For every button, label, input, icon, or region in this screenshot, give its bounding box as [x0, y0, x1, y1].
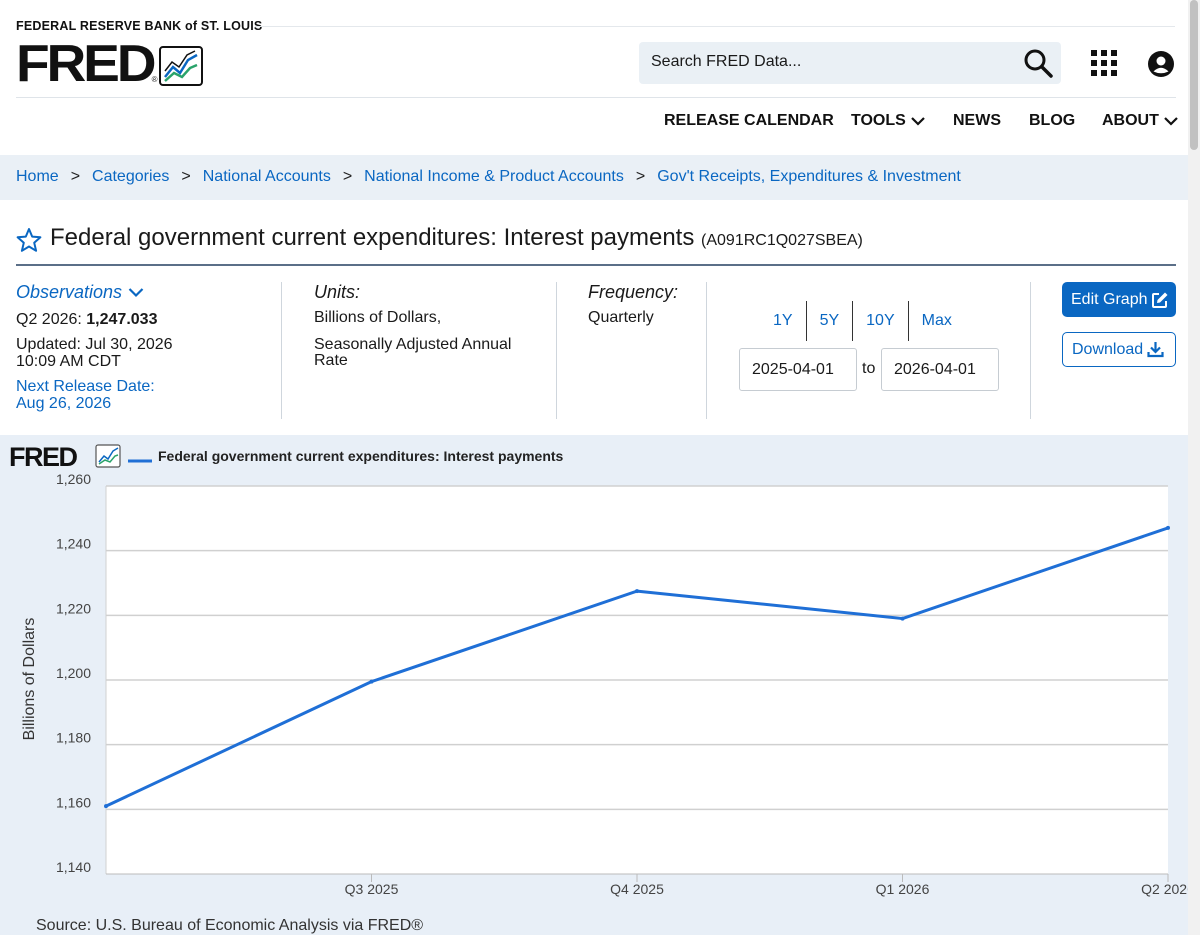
- nav-label: RELEASE CALENDAR: [664, 112, 834, 129]
- breadcrumb-separator: >: [70, 168, 81, 185]
- chart-area: FRED Federal government current expendit…: [0, 435, 1188, 935]
- legend-label: Federal government current expenditures:…: [158, 448, 564, 464]
- header-divider-top: [255, 26, 1175, 27]
- frequency-label: Frequency:: [588, 282, 679, 302]
- breadcrumb: Home > Categories > National Accounts > …: [16, 168, 961, 186]
- line-chart[interactable]: FRED Federal government current expendit…: [0, 435, 1188, 935]
- page-title: Federal government current expenditures:…: [50, 224, 863, 252]
- breadcrumb-separator: >: [181, 168, 191, 185]
- y-tick-label: 1,140: [56, 859, 91, 875]
- title-divider: [16, 264, 1176, 266]
- units-line3: Rate: [314, 352, 348, 369]
- nav-release-calendar[interactable]: RELEASE CALENDAR: [664, 112, 834, 130]
- y-tick-label: 1,160: [56, 794, 91, 810]
- fred-page: FEDERAL RESERVE BANK of ST. LOUIS FRED ®…: [0, 0, 1200, 935]
- range-5y[interactable]: 5Y: [807, 312, 853, 330]
- breadcrumb-nipa[interactable]: National Income & Product Accounts: [364, 168, 624, 186]
- search-icon[interactable]: [1023, 48, 1053, 78]
- data-point[interactable]: [900, 616, 905, 621]
- updated-line2: 10:09 AM CDT: [16, 353, 121, 370]
- units-label: Units:: [314, 282, 361, 302]
- edit-icon: [1152, 292, 1168, 308]
- chevron-down-icon: [911, 117, 925, 126]
- data-point[interactable]: [104, 804, 108, 809]
- meta-separator: [556, 282, 557, 419]
- breadcrumb-home[interactable]: Home: [16, 168, 59, 186]
- y-axis-label: Billions of Dollars: [21, 618, 38, 741]
- breadcrumb-separator: >: [635, 168, 646, 185]
- observations-label: Observations: [16, 282, 123, 302]
- latest-observation: Q2 2026: 1,247.033: [16, 311, 157, 328]
- y-tick-label: 1,220: [56, 600, 91, 616]
- range-max[interactable]: Max: [909, 312, 965, 330]
- breadcrumb-categories[interactable]: Categories: [92, 168, 169, 186]
- chart-logo-graph-icon: [95, 444, 121, 468]
- nav-label: TOOLS: [851, 112, 906, 129]
- breadcrumb-separator: >: [342, 168, 353, 185]
- x-tick-label: Q4 2025: [610, 881, 664, 897]
- download-label: Download: [1072, 340, 1144, 358]
- fred-logo[interactable]: FRED ®: [16, 35, 204, 93]
- data-point[interactable]: [635, 589, 639, 594]
- y-tick-label: 1,200: [56, 665, 91, 681]
- next-release-date[interactable]: Aug 26, 2026: [16, 395, 111, 412]
- latest-period: Q2 2026:: [16, 311, 82, 328]
- chevron-down-icon: [1164, 117, 1178, 126]
- download-button[interactable]: Download: [1062, 332, 1176, 367]
- y-tick-label: 1,180: [56, 730, 91, 746]
- download-icon: [1147, 342, 1164, 358]
- scrollbar[interactable]: [1188, 0, 1200, 935]
- edit-graph-label: Edit Graph: [1071, 290, 1148, 308]
- date-range-presets: 1Y 5Y 10Y Max: [760, 301, 965, 341]
- apps-grid-icon[interactable]: [1090, 49, 1118, 77]
- meta-separator: [1030, 282, 1031, 419]
- favorite-star-icon[interactable]: [16, 227, 42, 253]
- meta-separator: [706, 282, 707, 419]
- breadcrumb-govt-receipts[interactable]: Gov't Receipts, Expenditures & Investmen…: [657, 168, 961, 186]
- user-account-icon[interactable]: [1147, 50, 1175, 78]
- date-to-label: to: [862, 360, 876, 377]
- nav-label: BLOG: [1029, 112, 1076, 129]
- units-line2: Seasonally Adjusted Annual: [314, 336, 512, 353]
- nav-news[interactable]: NEWS: [953, 112, 1001, 130]
- nav-label: ABOUT: [1102, 112, 1159, 129]
- chart-source: Source: U.S. Bureau of Economic Analysis…: [36, 917, 423, 934]
- series-title: Federal government current expenditures:…: [50, 224, 695, 251]
- nav-blog[interactable]: BLOG: [1029, 112, 1075, 130]
- chevron-down-icon: [128, 288, 144, 298]
- x-tick-label: Q2 2026: [1141, 881, 1188, 897]
- updated-line1: Updated: Jul 30, 2026: [16, 336, 173, 353]
- date-to-input[interactable]: 2026-04-01: [881, 348, 999, 391]
- org-label: FEDERAL RESERVE BANK of ST. LOUIS: [16, 19, 263, 33]
- range-10y[interactable]: 10Y: [853, 312, 907, 330]
- next-release-label[interactable]: Next Release Date:: [16, 378, 155, 395]
- logo-text: FRED: [16, 35, 157, 93]
- nav-tools[interactable]: TOOLS: [851, 112, 925, 130]
- data-point[interactable]: [369, 679, 374, 684]
- series-id: (A091RC1Q027SBEA): [701, 232, 863, 249]
- logo-graph-icon: [159, 46, 204, 86]
- y-tick-label: 1,240: [56, 536, 91, 552]
- meta-separator: [281, 282, 282, 419]
- header-divider: [16, 97, 1176, 98]
- range-1y[interactable]: 1Y: [760, 312, 806, 330]
- data-point[interactable]: [1166, 525, 1170, 530]
- y-tick-label: 1,260: [56, 471, 91, 487]
- frequency-value: Quarterly: [588, 309, 654, 326]
- nav-about[interactable]: ABOUT: [1102, 112, 1178, 130]
- scrollbar-thumb[interactable]: [1190, 0, 1198, 150]
- search-input[interactable]: Search FRED Data...: [651, 53, 801, 71]
- observations-dropdown[interactable]: Observations: [16, 282, 144, 303]
- latest-value: 1,247.033: [86, 311, 158, 328]
- search-box[interactable]: Search FRED Data...: [639, 42, 1061, 84]
- units-line1: Billions of Dollars,: [314, 309, 442, 326]
- x-tick-label: Q3 2025: [345, 881, 399, 897]
- x-tick-label: Q1 2026: [876, 881, 930, 897]
- edit-graph-button[interactable]: Edit Graph: [1062, 282, 1176, 317]
- nav-label: NEWS: [953, 112, 1001, 129]
- breadcrumb-national-accounts[interactable]: National Accounts: [203, 168, 331, 186]
- chart-logo-text: FRED: [9, 442, 78, 472]
- date-from-input[interactable]: 2025-04-01: [739, 348, 857, 391]
